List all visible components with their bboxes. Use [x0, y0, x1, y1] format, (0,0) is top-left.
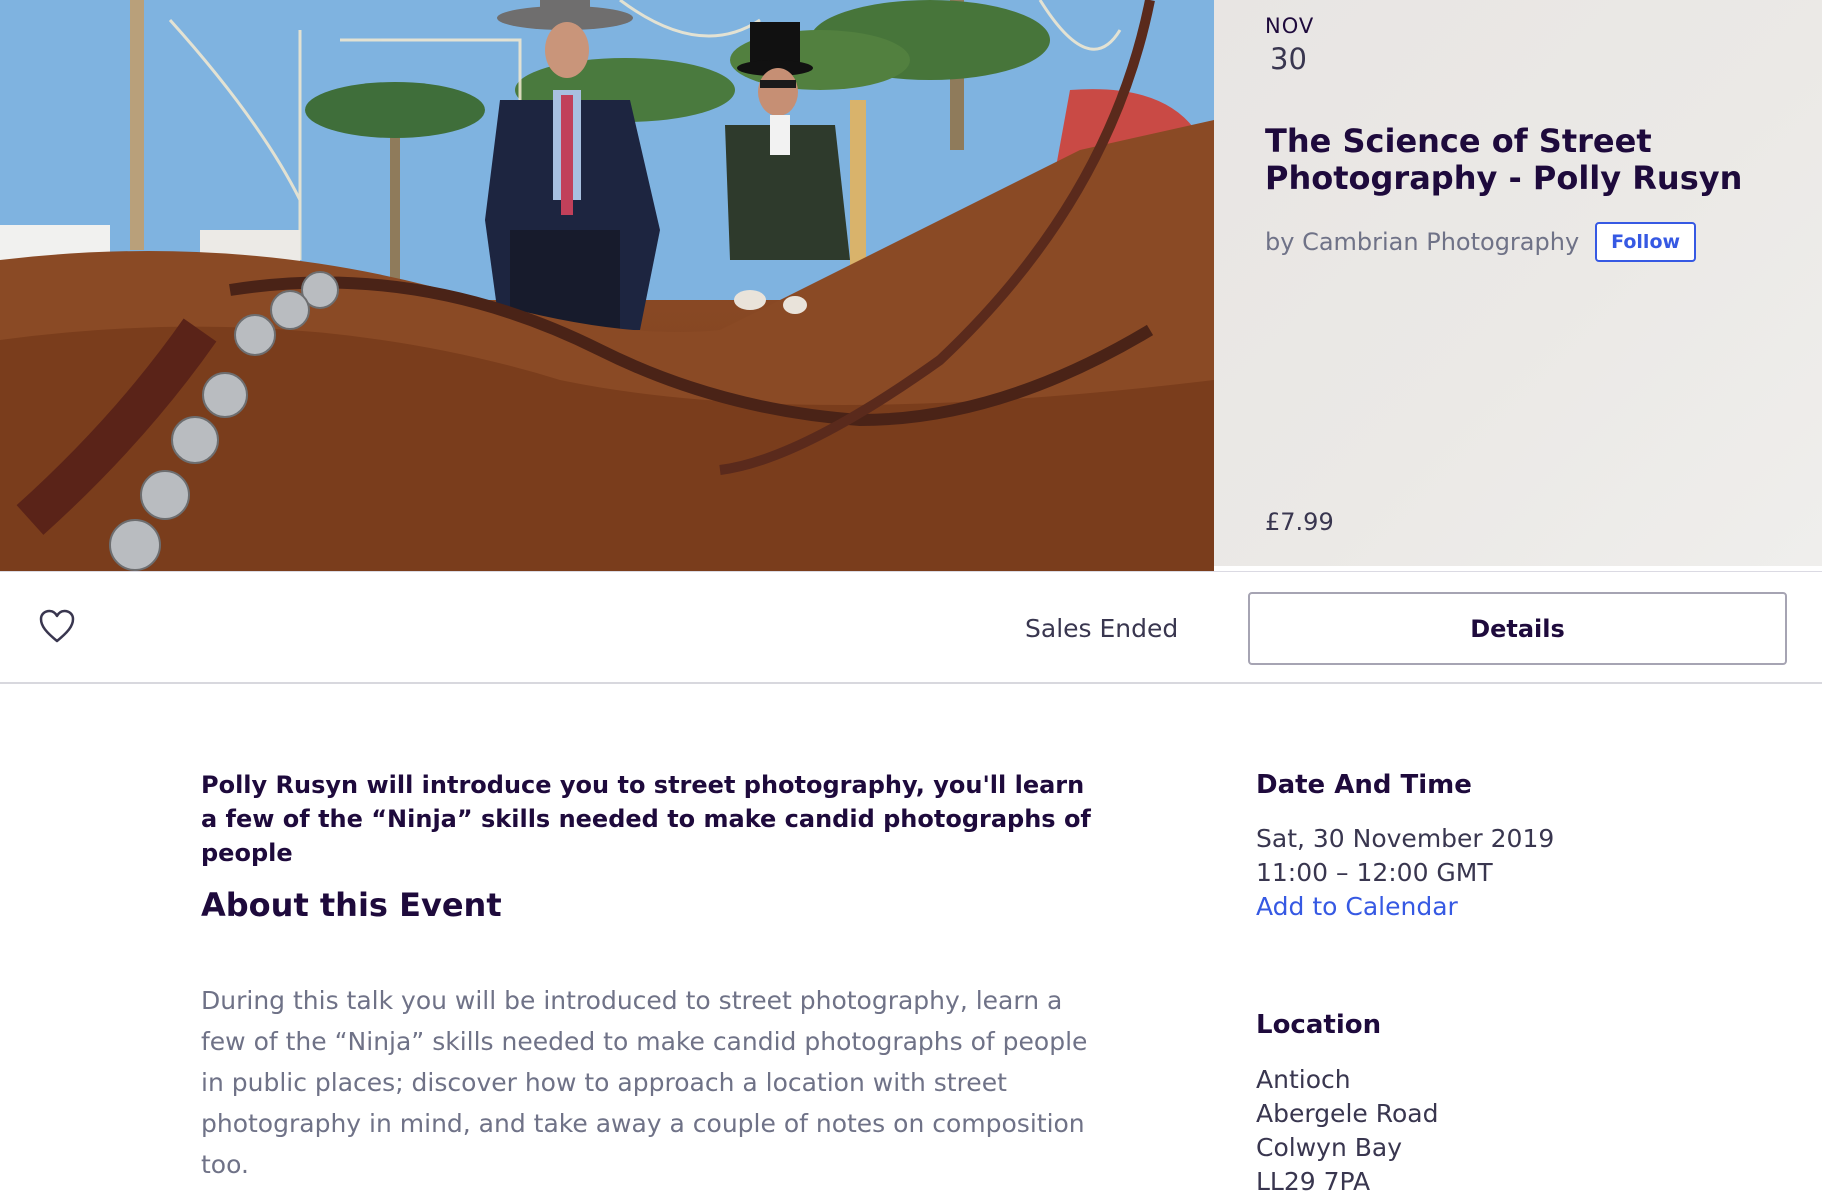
- action-bar: Sales Ended Details: [0, 571, 1822, 684]
- event-hero-image: [0, 0, 1214, 571]
- address-line: Abergele Road: [1256, 1099, 1439, 1128]
- ticket-price: £7.99: [1265, 508, 1334, 536]
- organizer-row: by Cambrian Photography Follow: [1265, 222, 1697, 262]
- follow-button[interactable]: Follow: [1595, 222, 1697, 262]
- event-hero: NOV 30 The Science of Street Photography…: [0, 0, 1822, 571]
- sales-status: Sales Ended: [1025, 614, 1179, 643]
- event-page: NOV 30 The Science of Street Photography…: [0, 0, 1822, 1199]
- event-time: 11:00 – 12:00 GMT: [1256, 858, 1493, 887]
- event-date: Sat, 30 November 2019: [1256, 824, 1555, 853]
- add-to-calendar-link[interactable]: Add to Calendar: [1256, 890, 1458, 924]
- details-button[interactable]: Details: [1248, 592, 1787, 665]
- address-line: LL29 7PA: [1256, 1167, 1371, 1196]
- about-heading: About this Event: [201, 886, 502, 924]
- event-title: The Science of Street Photography - Poll…: [1265, 122, 1743, 197]
- date-time-heading: Date And Time: [1256, 770, 1472, 800]
- organizer-name[interactable]: by Cambrian Photography: [1265, 228, 1579, 256]
- address-line: Antioch: [1256, 1065, 1351, 1094]
- event-date-day: 30: [1270, 42, 1307, 76]
- hero-photo-illustration: [0, 0, 1214, 571]
- event-description: During this talk you will be introduced …: [201, 986, 1088, 1179]
- event-date-month: NOV: [1265, 14, 1315, 38]
- event-summary: Polly Rusyn will introduce you to street…: [201, 771, 1091, 867]
- address-line: Colwyn Bay: [1256, 1133, 1402, 1162]
- heart-icon[interactable]: [38, 608, 76, 644]
- event-summary-panel: NOV 30 The Science of Street Photography…: [1214, 0, 1822, 566]
- location-heading: Location: [1256, 1010, 1382, 1040]
